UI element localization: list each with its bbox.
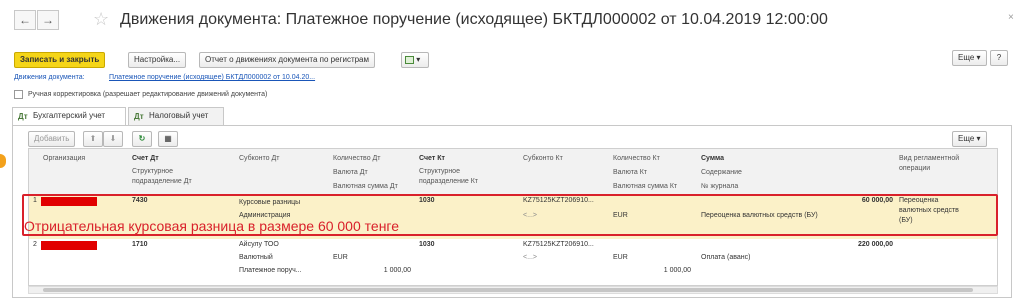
side-marker — [0, 154, 6, 168]
manual-correction-checkbox[interactable] — [14, 90, 23, 99]
col-qty-kt[interactable]: Количество Кт — [613, 155, 660, 163]
row-account-kt[interactable]: 1030 — [419, 241, 435, 249]
refresh-icon: ↻ — [138, 134, 146, 143]
add-button[interactable]: Добавить — [28, 131, 76, 147]
table-more-button[interactable]: Еще ▾ — [952, 131, 987, 147]
move-down-button[interactable]: ⬇ — [103, 131, 123, 147]
document-link[interactable]: Платежное поручение (исходящее) БКТДЛ000… — [109, 74, 315, 81]
more-button[interactable]: Еще ▾ — [952, 50, 987, 66]
arrow-right-icon: → — [42, 13, 54, 27]
tab-accounting[interactable]: Дт Бухгалтерский учет — [12, 107, 126, 126]
scrollbar-thumb[interactable] — [43, 288, 973, 292]
row-cur-amount-dt[interactable]: 1 000,00 — [333, 267, 411, 275]
col-journal: № журнала — [701, 183, 739, 190]
col-unit-dt-1: Структурное — [132, 168, 173, 175]
row-content[interactable]: Оплата (аванс) — [701, 254, 750, 262]
help-button[interactable]: ? — [990, 50, 1008, 66]
row-account-dt[interactable]: 1710 — [132, 241, 148, 249]
col-organization[interactable]: Организация — [43, 155, 85, 163]
table-header: Организация Счет Дт Структурное подразде… — [29, 149, 997, 195]
col-unit-dt-2: подразделение Дт — [132, 178, 192, 185]
row-number: 2 — [33, 241, 37, 248]
save-close-button[interactable]: Записать и закрыть — [14, 52, 106, 68]
manual-correction-label: Ручная корректировка (разрешает редактир… — [28, 91, 268, 98]
col-qty-dt[interactable]: Количество Дт — [333, 155, 380, 163]
row-subconto-dt-3[interactable]: Платежное поруч... — [239, 267, 302, 275]
col-currency-kt: Валюта Кт — [613, 169, 647, 176]
arrow-down-icon: ⬇ — [109, 134, 117, 143]
redacted-organization — [41, 241, 97, 250]
dt-kt-icon: Дт — [18, 112, 28, 121]
col-subconto-dt[interactable]: Субконто Дт — [239, 155, 279, 163]
breadcrumb-label: Движения документа: — [14, 74, 85, 81]
close-icon[interactable]: × — [1008, 12, 1014, 23]
arrow-left-icon: ← — [19, 13, 31, 27]
row-currency-dt[interactable]: EUR — [333, 254, 348, 262]
row-subconto-kt-2[interactable]: <...> — [523, 254, 537, 262]
star-icon[interactable]: ☆ — [93, 9, 109, 30]
col-subconto-kt[interactable]: Субконто Кт — [523, 155, 563, 163]
col-content: Содержание — [701, 169, 742, 176]
col-cur-amount-kt: Валютная сумма Кт — [613, 183, 678, 190]
table-export-icon — [405, 55, 414, 64]
window-title: Движения документа: Платежное поручение … — [120, 11, 828, 28]
register-button[interactable]: ▦ — [158, 131, 178, 147]
col-unit-kt-1: Структурное — [419, 168, 460, 175]
col-account-dt[interactable]: Счет Дт — [132, 155, 159, 163]
row-sum[interactable]: 220 000,00 — [701, 241, 893, 249]
settings-button[interactable]: Настройка... — [128, 52, 187, 68]
table-icon: ▦ — [164, 134, 172, 143]
export-dropdown[interactable]: ▾ — [401, 52, 429, 68]
chevron-down-icon: ▾ — [416, 55, 421, 64]
horizontal-scrollbar[interactable] — [28, 286, 998, 294]
row-cur-amount-kt[interactable]: 1 000,00 — [613, 267, 691, 275]
col-cur-amount-dt: Валютная сумма Дт — [333, 183, 398, 190]
refresh-button[interactable]: ↻ — [132, 131, 152, 147]
back-button[interactable]: ← — [14, 10, 36, 30]
row-subconto-dt-1[interactable]: Айсулу ТОО — [239, 241, 279, 249]
col-sum[interactable]: Сумма — [701, 155, 724, 163]
move-up-button[interactable]: ⬆ — [83, 131, 103, 147]
col-account-kt[interactable]: Счет Кт — [419, 155, 445, 163]
row-subconto-dt-2[interactable]: Валютный — [239, 254, 273, 262]
arrow-up-icon: ⬆ — [89, 134, 97, 143]
col-currency-dt: Валюта Дт — [333, 169, 368, 176]
col-operation-1[interactable]: Вид регламентной — [899, 155, 959, 163]
col-operation-2: операции — [899, 165, 931, 172]
tab-tax[interactable]: Дт Налоговый учет — [128, 107, 224, 125]
dt-kt-icon: Дт — [134, 112, 144, 121]
row-subconto-kt-1[interactable]: KZ75125KZT206910... — [523, 241, 594, 249]
annotation-text: Отрицательная курсовая разница в размере… — [24, 218, 400, 234]
forward-button[interactable]: → — [37, 10, 59, 30]
col-unit-kt-2: подразделение Кт — [419, 178, 478, 185]
row-currency-kt[interactable]: EUR — [613, 254, 628, 262]
report-button[interactable]: Отчет о движениях документа по регистрам — [199, 52, 376, 68]
